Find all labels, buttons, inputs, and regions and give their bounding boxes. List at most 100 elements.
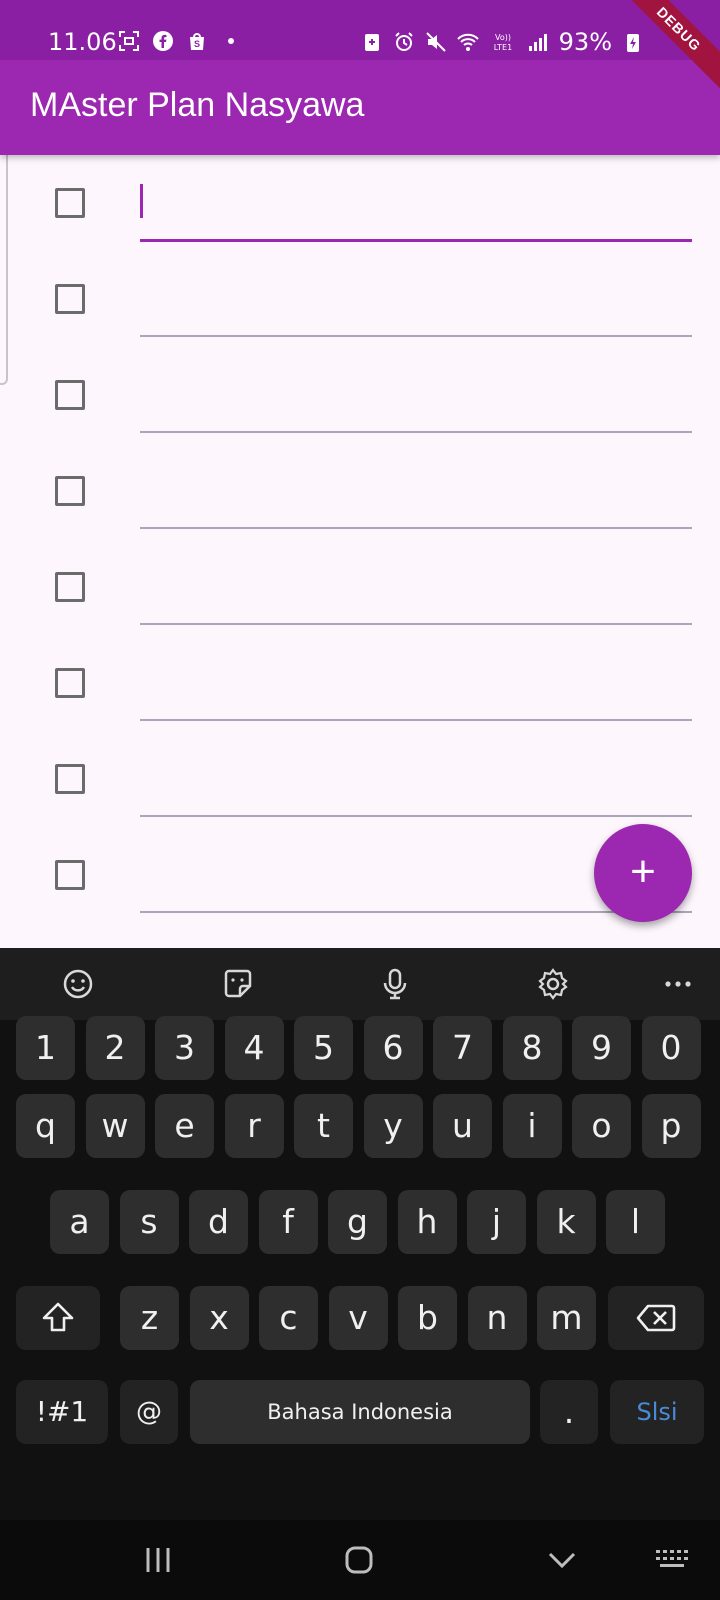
task-field-underline: [140, 623, 692, 625]
more-icon[interactable]: [660, 966, 696, 1002]
smart-manager-icon: [364, 34, 379, 51]
task-field-underline: [140, 335, 692, 337]
task-checkbox[interactable]: [55, 476, 85, 506]
status-right-icons: Vo)) LTE1 93%: [361, 28, 644, 56]
action-key[interactable]: Slsi: [610, 1380, 704, 1444]
keyboard-switch-icon[interactable]: [652, 1540, 692, 1580]
status-time: 11.06: [48, 28, 117, 56]
key-c[interactable]: c: [259, 1286, 318, 1350]
key-b[interactable]: b: [398, 1286, 457, 1350]
key-x[interactable]: x: [189, 1286, 249, 1350]
sticker-icon[interactable]: [220, 966, 256, 1002]
wifi-icon: [456, 33, 479, 51]
key-o[interactable]: o: [572, 1094, 631, 1158]
task-row: [0, 251, 720, 347]
home-icon[interactable]: [339, 1540, 379, 1580]
task-text-field[interactable]: [140, 267, 692, 335]
task-row: [0, 731, 720, 827]
microphone-icon[interactable]: [377, 966, 413, 1002]
svg-text:Vo)): Vo)): [495, 33, 511, 42]
space-key[interactable]: Bahasa Indonesia: [190, 1380, 530, 1444]
key-g[interactable]: g: [328, 1190, 387, 1254]
task-checkbox[interactable]: [55, 668, 85, 698]
key-w[interactable]: w: [85, 1094, 145, 1158]
mute-icon: [425, 32, 446, 52]
task-field-underline: [140, 815, 692, 817]
task-field-underline: [140, 527, 692, 529]
svg-text:S: S: [194, 39, 200, 49]
key-i[interactable]: i: [502, 1094, 562, 1158]
task-row: [0, 347, 720, 443]
charging-icon: [627, 34, 639, 52]
system-nav-bar: [0, 1520, 720, 1600]
task-field-underline: [140, 911, 692, 913]
key-3[interactable]: 3: [155, 1016, 214, 1080]
key-m[interactable]: m: [537, 1286, 596, 1350]
key-k[interactable]: k: [536, 1190, 596, 1254]
key-h[interactable]: h: [397, 1190, 457, 1254]
key-z[interactable]: z: [120, 1286, 179, 1350]
task-checkbox[interactable]: [55, 284, 85, 314]
backspace-key[interactable]: [608, 1286, 704, 1350]
task-row: [0, 155, 720, 251]
key-s[interactable]: s: [119, 1190, 179, 1254]
key-p[interactable]: p: [641, 1094, 701, 1158]
task-text-field[interactable]: [140, 747, 692, 815]
task-checkbox[interactable]: [55, 860, 85, 890]
screenshot-icon: [119, 31, 139, 51]
key-t[interactable]: t: [294, 1094, 353, 1158]
task-text-field[interactable]: [140, 363, 692, 431]
key-v[interactable]: v: [328, 1286, 388, 1350]
key-e[interactable]: e: [155, 1094, 214, 1158]
key-l[interactable]: l: [606, 1190, 665, 1254]
signal-icon: [528, 34, 547, 51]
task-checkbox[interactable]: [55, 380, 85, 410]
key-1[interactable]: 1: [16, 1016, 75, 1080]
key-9[interactable]: 9: [572, 1016, 631, 1080]
key-u[interactable]: u: [433, 1094, 492, 1158]
facebook-icon: [153, 31, 173, 51]
period-key[interactable]: .: [540, 1380, 598, 1444]
key-d[interactable]: d: [189, 1190, 248, 1254]
key-2[interactable]: 2: [85, 1016, 145, 1080]
key-8[interactable]: 8: [502, 1016, 562, 1080]
symbols-key[interactable]: !#1: [16, 1380, 108, 1444]
key-7[interactable]: 7: [433, 1016, 492, 1080]
recents-icon[interactable]: [138, 1540, 178, 1580]
alarm-icon: [394, 32, 413, 51]
svg-text:LTE1: LTE1: [493, 43, 511, 52]
task-checkbox[interactable]: [55, 188, 85, 218]
key-6[interactable]: 6: [363, 1016, 423, 1080]
shift-key[interactable]: [16, 1286, 100, 1350]
app-screen: 11.06 S Vo)) LTE1 93% DEBUG MAster Plan N…: [0, 0, 720, 1600]
key-r[interactable]: r: [224, 1094, 284, 1158]
backspace-icon: [636, 1304, 676, 1332]
emoji-icon[interactable]: [60, 966, 96, 1002]
task-field-underline: [140, 239, 692, 242]
shopee-icon: S: [190, 33, 204, 50]
key-0[interactable]: 0: [641, 1016, 701, 1080]
key-q[interactable]: q: [16, 1094, 75, 1158]
task-text-field[interactable]: [140, 171, 692, 239]
task-text-field[interactable]: [140, 651, 692, 719]
key-4[interactable]: 4: [224, 1016, 284, 1080]
at-key[interactable]: @: [120, 1380, 178, 1444]
key-j[interactable]: j: [467, 1190, 526, 1254]
back-icon[interactable]: [542, 1540, 582, 1580]
key-f[interactable]: f: [258, 1190, 318, 1254]
text-caret: [140, 184, 143, 218]
key-5[interactable]: 5: [294, 1016, 353, 1080]
task-field-underline: [140, 719, 692, 721]
task-checkbox[interactable]: [55, 572, 85, 602]
settings-icon[interactable]: [535, 966, 571, 1002]
page-title: MAster Plan Nasyawa: [30, 86, 365, 124]
key-a[interactable]: a: [50, 1190, 109, 1254]
task-text-field[interactable]: [140, 555, 692, 623]
task-row: [0, 635, 720, 731]
add-task-button[interactable]: +: [594, 824, 692, 922]
task-checkbox[interactable]: [55, 764, 85, 794]
task-text-field[interactable]: [140, 459, 692, 527]
key-n[interactable]: n: [467, 1286, 527, 1350]
status-bar: 11.06 S Vo)) LTE1 93%: [0, 0, 720, 60]
key-y[interactable]: y: [363, 1094, 423, 1158]
